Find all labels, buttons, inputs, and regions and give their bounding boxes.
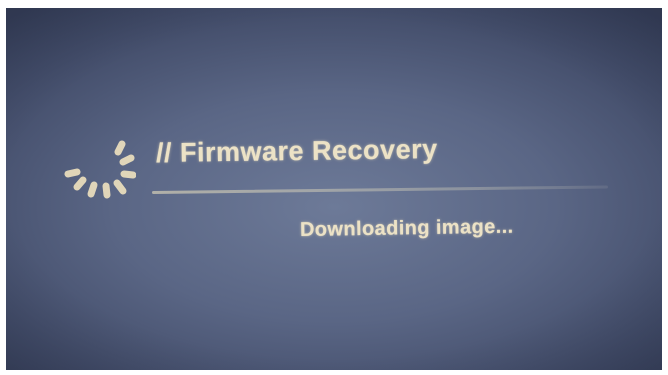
loading-spinner-icon <box>64 140 136 199</box>
recovery-screen: // Firmware Recovery Downloading image..… <box>6 8 662 370</box>
photo-frame: // Firmware Recovery Downloading image..… <box>0 0 668 375</box>
title-divider <box>151 185 608 194</box>
status-message: Downloading image... <box>299 215 514 241</box>
recovery-title: // Firmware Recovery <box>155 134 438 168</box>
